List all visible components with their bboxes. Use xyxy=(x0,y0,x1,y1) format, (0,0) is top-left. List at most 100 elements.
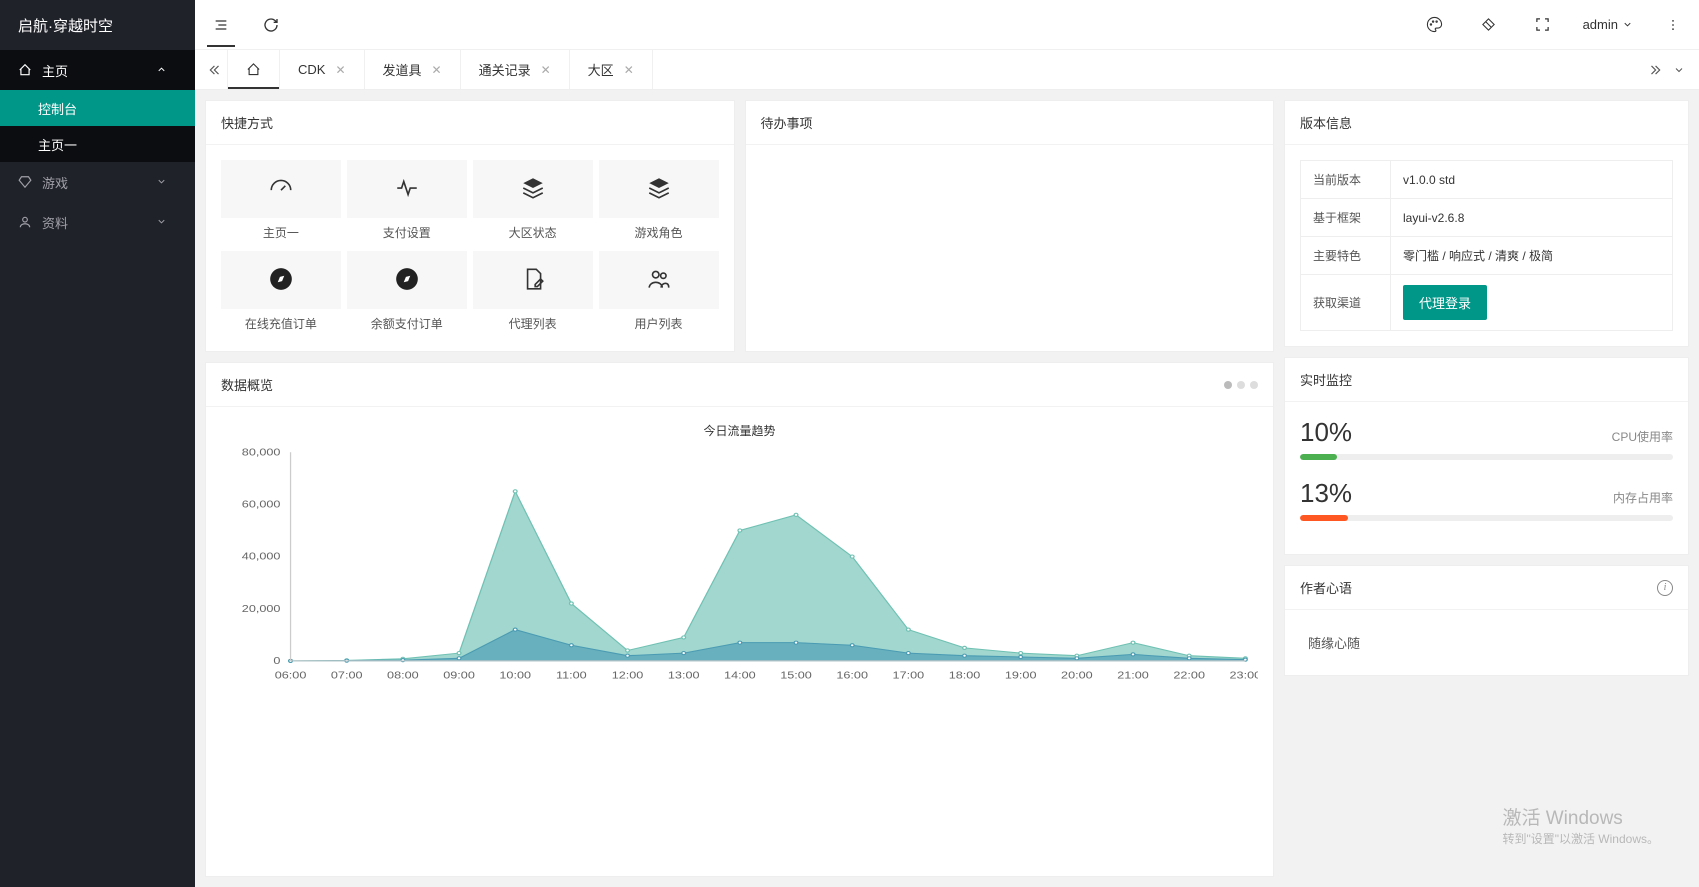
svg-text:14:00: 14:00 xyxy=(724,671,756,682)
tab-scroll-left[interactable] xyxy=(203,63,227,77)
svg-text:17:00: 17:00 xyxy=(893,671,925,682)
chevron-up-icon xyxy=(156,63,177,78)
version-key: 获取渠道 xyxy=(1301,275,1391,331)
card-title: 数据概览 xyxy=(221,375,273,394)
shortcut-layers[interactable] xyxy=(599,160,719,218)
user-menu[interactable]: admin xyxy=(1583,17,1633,32)
svg-text:20:00: 20:00 xyxy=(1061,671,1093,682)
info-icon[interactable]: i xyxy=(1657,580,1673,596)
quotes-card: 作者心语 i 随缘心随 xyxy=(1284,565,1689,676)
layers-icon xyxy=(646,175,672,204)
close-icon[interactable]: ✕ xyxy=(624,63,634,77)
shortcuts-card: 快捷方式 主页一支付设置大区状态游戏角色在线充值订单余额支付订单代理列表用户列表 xyxy=(205,100,735,352)
close-icon[interactable]: ✕ xyxy=(432,63,442,77)
tab-item[interactable]: 大区✕ xyxy=(570,50,653,89)
shortcut-pulse[interactable] xyxy=(347,160,467,218)
shortcut-label: 余额支付订单 xyxy=(347,309,467,336)
svg-text:09:00: 09:00 xyxy=(443,671,475,682)
pulse-icon xyxy=(394,175,420,204)
shortcut-label: 在线充值订单 xyxy=(221,309,341,336)
svg-text:13:00: 13:00 xyxy=(668,671,700,682)
card-title: 待办事项 xyxy=(746,101,1274,145)
gauge-icon xyxy=(268,175,294,204)
nav-item-home[interactable]: 主页 xyxy=(0,50,195,90)
chevron-down-icon xyxy=(156,175,177,190)
shortcut-users[interactable] xyxy=(599,251,719,309)
refresh-button[interactable] xyxy=(257,11,285,39)
nav-label: 游戏 xyxy=(42,173,68,192)
nav-sub-home1[interactable]: 主页一 xyxy=(0,126,195,162)
version-val: v1.0.0 std xyxy=(1391,161,1673,199)
theme-button[interactable] xyxy=(1421,11,1449,39)
version-key: 基于框架 xyxy=(1301,199,1391,237)
users-icon xyxy=(646,266,672,295)
shortcut-label: 大区状态 xyxy=(473,218,593,245)
svg-text:0: 0 xyxy=(273,656,280,667)
nav-item-profile[interactable]: 资料 xyxy=(0,202,195,242)
card-title: 实时监控 xyxy=(1285,358,1688,402)
version-val: 零门槛 / 响应式 / 清爽 / 极简 xyxy=(1391,237,1673,275)
monitor-label: 内存占用率 xyxy=(1613,489,1673,506)
tab-item[interactable]: 发道具✕ xyxy=(365,50,461,89)
version-card: 版本信息 当前版本v1.0.0 std基于框架layui-v2.6.8主要特色零… xyxy=(1284,100,1689,347)
file-edit-icon xyxy=(520,266,546,295)
carousel-dots[interactable] xyxy=(1224,381,1258,389)
tab-more[interactable] xyxy=(1667,64,1691,76)
svg-text:15:00: 15:00 xyxy=(780,671,812,682)
shortcut-layers[interactable] xyxy=(473,160,593,218)
nav-label: 资料 xyxy=(42,213,68,232)
todo-card: 待办事项 xyxy=(745,100,1275,352)
svg-text:60,000: 60,000 xyxy=(242,499,281,510)
menu-toggle-button[interactable] xyxy=(207,19,235,47)
agent-login-button[interactable]: 代理登录 xyxy=(1403,285,1487,320)
chart-title: 今日流量趋势 xyxy=(221,422,1258,439)
compass-dark-icon xyxy=(394,266,420,295)
home-icon xyxy=(18,63,32,77)
progress-bar xyxy=(1300,515,1673,521)
chevron-down-icon xyxy=(1622,19,1633,30)
tab-item[interactable]: CDK✕ xyxy=(280,50,365,89)
svg-text:23:00: 23:00 xyxy=(1230,671,1258,682)
user-icon xyxy=(18,215,32,229)
diamond-icon xyxy=(18,175,32,189)
svg-text:80,000: 80,000 xyxy=(242,447,281,458)
compass-dark-icon xyxy=(268,266,294,295)
sidebar: 启航·穿越时空 主页 控制台 主页一 游戏 资料 xyxy=(0,0,195,887)
monitor-card: 实时监控 10%CPU使用率13%内存占用率 xyxy=(1284,357,1689,555)
tab-item[interactable]: 通关记录✕ xyxy=(461,50,570,89)
quote-item: 随缘心随 xyxy=(1300,625,1673,660)
svg-text:22:00: 22:00 xyxy=(1173,671,1205,682)
more-button[interactable] xyxy=(1659,11,1687,39)
version-val: layui-v2.6.8 xyxy=(1391,199,1673,237)
shortcut-compass-dark[interactable] xyxy=(347,251,467,309)
version-key: 当前版本 xyxy=(1301,161,1391,199)
tab-scroll-right[interactable] xyxy=(1643,63,1667,77)
shortcut-gauge[interactable] xyxy=(221,160,341,218)
svg-text:40,000: 40,000 xyxy=(242,552,281,563)
shortcut-label: 支付设置 xyxy=(347,218,467,245)
version-key: 主要特色 xyxy=(1301,237,1391,275)
note-button[interactable] xyxy=(1475,11,1503,39)
nav: 主页 控制台 主页一 游戏 资料 xyxy=(0,50,195,887)
app-logo: 启航·穿越时空 xyxy=(0,0,195,50)
monitor-label: CPU使用率 xyxy=(1612,428,1673,445)
close-icon[interactable]: ✕ xyxy=(541,63,551,77)
nav-item-game[interactable]: 游戏 xyxy=(0,162,195,202)
shortcut-file-edit[interactable] xyxy=(473,251,593,309)
svg-text:08:00: 08:00 xyxy=(387,671,419,682)
monitor-item: 10%CPU使用率 xyxy=(1300,417,1673,460)
shortcut-label: 游戏角色 xyxy=(599,218,719,245)
svg-text:19:00: 19:00 xyxy=(1005,671,1037,682)
shortcut-compass-dark[interactable] xyxy=(221,251,341,309)
home-icon xyxy=(246,62,261,77)
svg-text:11:00: 11:00 xyxy=(556,671,587,682)
nav-label: 主页 xyxy=(42,61,68,80)
tab-home[interactable] xyxy=(227,50,280,89)
fullscreen-button[interactable] xyxy=(1529,11,1557,39)
svg-text:07:00: 07:00 xyxy=(331,671,363,682)
card-title: 版本信息 xyxy=(1285,101,1688,145)
close-icon[interactable]: ✕ xyxy=(335,63,345,77)
layers-icon xyxy=(520,175,546,204)
card-title: 快捷方式 xyxy=(206,101,734,145)
nav-sub-console[interactable]: 控制台 xyxy=(0,90,195,126)
